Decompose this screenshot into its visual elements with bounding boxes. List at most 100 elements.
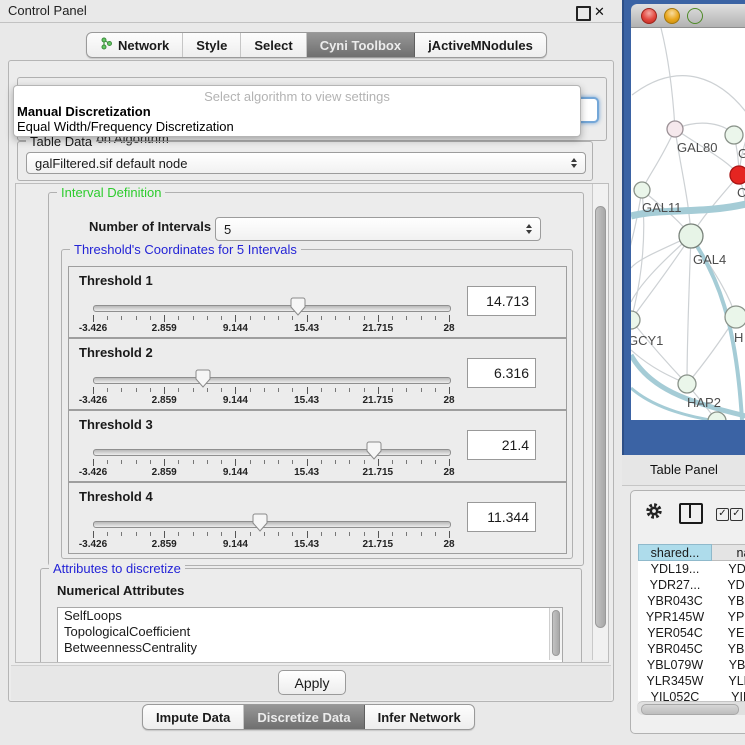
tab-select[interactable]: Select <box>241 33 306 57</box>
cell[interactable]: YIL052C <box>638 689 712 701</box>
cell[interactable]: YDR2 <box>712 577 745 593</box>
table-row[interactable]: YER054CYER0 <box>638 625 745 641</box>
tick-label: 15.43 <box>294 395 319 406</box>
list-item[interactable]: BetweennessCentrality <box>58 640 562 656</box>
threshold-2-slider[interactable] <box>93 377 451 384</box>
column-header-name[interactable]: na <box>712 544 745 561</box>
cell[interactable]: YLR3 <box>712 673 745 689</box>
network-node[interactable] <box>725 126 743 144</box>
cell[interactable]: YIL0 <box>712 689 745 701</box>
slider-handle[interactable] <box>195 369 211 389</box>
checkbox-icon[interactable]: ✓ <box>730 508 743 521</box>
list-scrollbar[interactable] <box>549 608 562 660</box>
apply-strip: Apply <box>11 665 611 700</box>
horizontal-scrollbar[interactable] <box>637 701 745 715</box>
cell[interactable]: YDR27... <box>638 577 712 593</box>
network-node-gal4[interactable] <box>679 224 703 248</box>
panel-scrollbar[interactable] <box>592 184 608 660</box>
network-node-hap2[interactable] <box>678 375 696 393</box>
minimize-traffic-light-icon[interactable] <box>664 8 680 24</box>
numerical-attributes-label: Numerical Attributes <box>57 583 184 598</box>
cell[interactable]: YBR043C <box>638 593 712 609</box>
tick-label: 2.859 <box>152 323 177 334</box>
split-columns-icon[interactable] <box>679 503 703 524</box>
tab-cyni-toolbox[interactable]: Cyni Toolbox <box>307 33 415 57</box>
tab-jactivemnodules[interactable]: jActiveMNodules <box>415 33 546 57</box>
table-row[interactable]: YDR27...YDR2 <box>638 577 745 593</box>
close-traffic-light-icon[interactable] <box>641 8 657 24</box>
tick-label: 21.715 <box>363 467 394 478</box>
gear-icon[interactable] <box>645 502 663 520</box>
tick-label: -3.426 <box>79 395 107 406</box>
network-node-gal11[interactable] <box>634 182 650 198</box>
table-row[interactable]: YBR043CYBR0 <box>638 593 745 609</box>
option-manual-discretization[interactable]: Manual Discretization <box>14 104 580 119</box>
cell[interactable]: YDL19... <box>638 561 712 577</box>
tab-impute-data[interactable]: Impute Data <box>143 705 244 729</box>
threshold-3-label: Threshold 3 <box>79 417 153 432</box>
column-header-shared[interactable]: shared... <box>638 544 712 561</box>
table-row[interactable]: YLR345WYLR3 <box>638 673 745 689</box>
network-icon <box>100 37 113 53</box>
cell[interactable]: YLR345W <box>638 673 712 689</box>
slider-ticks <box>93 531 449 539</box>
list-item[interactable]: TopologicalCoefficient <box>58 624 562 640</box>
number-of-intervals-combobox[interactable]: 5 <box>215 217 541 241</box>
threshold-4-value-field[interactable]: 11.344 <box>467 502 536 532</box>
attributes-group-label: Attributes to discretize <box>49 561 185 576</box>
tick-label: 9.144 <box>223 467 248 478</box>
cell[interactable]: YBL0 <box>712 657 745 673</box>
table-row[interactable]: YBR045CYBR0 <box>638 641 745 657</box>
threshold-3-value-field[interactable]: 21.4 <box>467 430 536 460</box>
cell[interactable]: YER0 <box>712 625 745 641</box>
tab-impute-data-label: Impute Data <box>156 710 230 725</box>
table-data-combobox[interactable]: galFiltered.sif default node <box>26 152 586 174</box>
slider-handle[interactable] <box>252 513 268 533</box>
thresholds-group: Threshold's Coordinates for 5 Intervals … <box>61 249 573 559</box>
threshold-2-label: Threshold 2 <box>79 345 153 360</box>
tab-infer-network[interactable]: Infer Network <box>365 705 474 729</box>
apply-button[interactable]: Apply <box>278 670 346 695</box>
cell[interactable]: YPR1 <box>712 609 745 625</box>
checkbox-icon[interactable]: ✓ <box>716 508 729 521</box>
network-canvas[interactable]: GAL80 GAL11 GAL4 GCY1 HAP2 G C H <box>631 28 745 420</box>
tab-style[interactable]: Style <box>183 33 241 57</box>
number-of-intervals-value: 5 <box>224 222 231 237</box>
table-row[interactable]: YIL052CYIL0 <box>638 689 745 701</box>
tick-label: -3.426 <box>79 539 107 550</box>
float-window-icon[interactable] <box>576 6 591 21</box>
network-node-gcy1[interactable] <box>631 311 640 329</box>
network-node-selected[interactable] <box>730 166 745 184</box>
slider-handle[interactable] <box>366 441 382 461</box>
table-row[interactable]: YDL19...YDL1 <box>638 561 745 577</box>
zoom-traffic-light-icon[interactable] <box>687 8 703 24</box>
tab-jactivemnodules-label: jActiveMNodules <box>428 38 533 53</box>
cell[interactable]: YDL1 <box>712 561 745 577</box>
tick-label: 9.144 <box>223 395 248 406</box>
slider-tick-labels: -3.426 2.859 9.144 15.43 21.715 28 <box>93 323 449 335</box>
node-table: shared... na YDL19...YDL1 YDR27...YDR2 Y… <box>638 544 745 561</box>
network-node[interactable] <box>725 306 745 328</box>
network-node-gal80[interactable] <box>667 121 683 137</box>
tick-label: 28 <box>443 395 454 406</box>
cell[interactable]: YPR145W <box>638 609 712 625</box>
threshold-2-value-field[interactable]: 6.316 <box>467 358 536 388</box>
tab-discretize-data[interactable]: Discretize Data <box>244 705 364 729</box>
table-row[interactable]: YPR145WYPR1 <box>638 609 745 625</box>
threshold-4-slider[interactable] <box>93 521 451 528</box>
cell[interactable]: YBR045C <box>638 641 712 657</box>
option-equal-width-frequency[interactable]: Equal Width/Frequency Discretization <box>14 119 580 134</box>
thresholds-group-label: Threshold's Coordinates for 5 Intervals <box>70 242 301 257</box>
threshold-1-slider[interactable] <box>93 305 451 312</box>
cell[interactable]: YBR0 <box>712 641 745 657</box>
cell[interactable]: YBR0 <box>712 593 745 609</box>
table-row[interactable]: YBL079WYBL0 <box>638 657 745 673</box>
threshold-1-value-field[interactable]: 14.713 <box>467 286 536 316</box>
cell[interactable]: YBL079W <box>638 657 712 673</box>
tab-network[interactable]: Network <box>87 33 183 57</box>
slider-handle[interactable] <box>290 297 306 317</box>
list-item[interactable]: SelfLoops <box>58 608 562 624</box>
cell[interactable]: YER054C <box>638 625 712 641</box>
close-icon[interactable]: ✕ <box>594 6 605 17</box>
threshold-3-slider[interactable] <box>93 449 451 456</box>
